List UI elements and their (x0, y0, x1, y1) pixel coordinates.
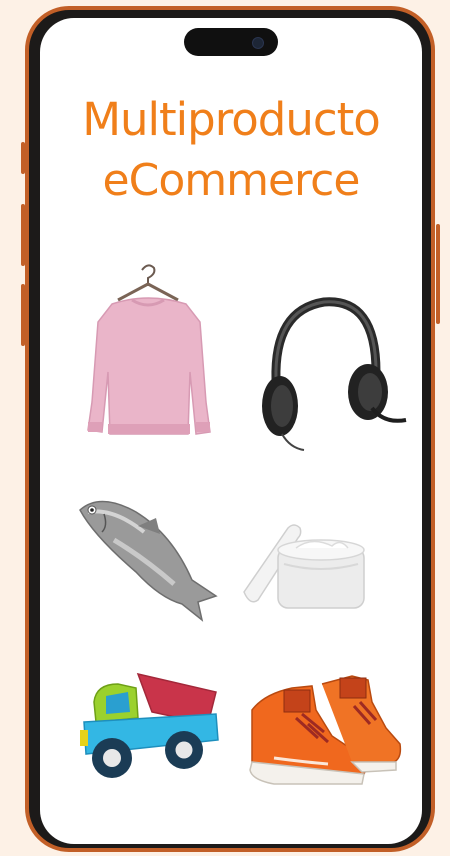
sweatshirt-icon (87, 264, 211, 435)
side-button-power (436, 224, 440, 324)
product-fish[interactable] (74, 488, 224, 638)
side-button-volume-up (21, 204, 25, 266)
product-sweatshirt[interactable] (82, 262, 212, 442)
phone-screen: Multiproducto eCommerce (40, 18, 422, 844)
dynamic-island (184, 28, 278, 56)
title-line-2: eCommerce (102, 155, 361, 206)
product-sneakers[interactable] (244, 666, 404, 796)
product-headset[interactable] (260, 288, 410, 456)
title-line-1: Multiproducto (82, 93, 381, 146)
sneakers-icon (249, 675, 402, 785)
product-toy-truck[interactable] (76, 662, 226, 787)
front-camera-icon (252, 37, 264, 49)
headset-icon (262, 297, 407, 451)
cream-jar-icon (243, 524, 365, 609)
side-button-volume-down (21, 284, 25, 346)
fish-icon (79, 500, 218, 622)
toy-truck-icon (80, 672, 219, 778)
product-cream-jar[interactable] (240, 514, 370, 614)
side-button-mute (21, 142, 25, 174)
